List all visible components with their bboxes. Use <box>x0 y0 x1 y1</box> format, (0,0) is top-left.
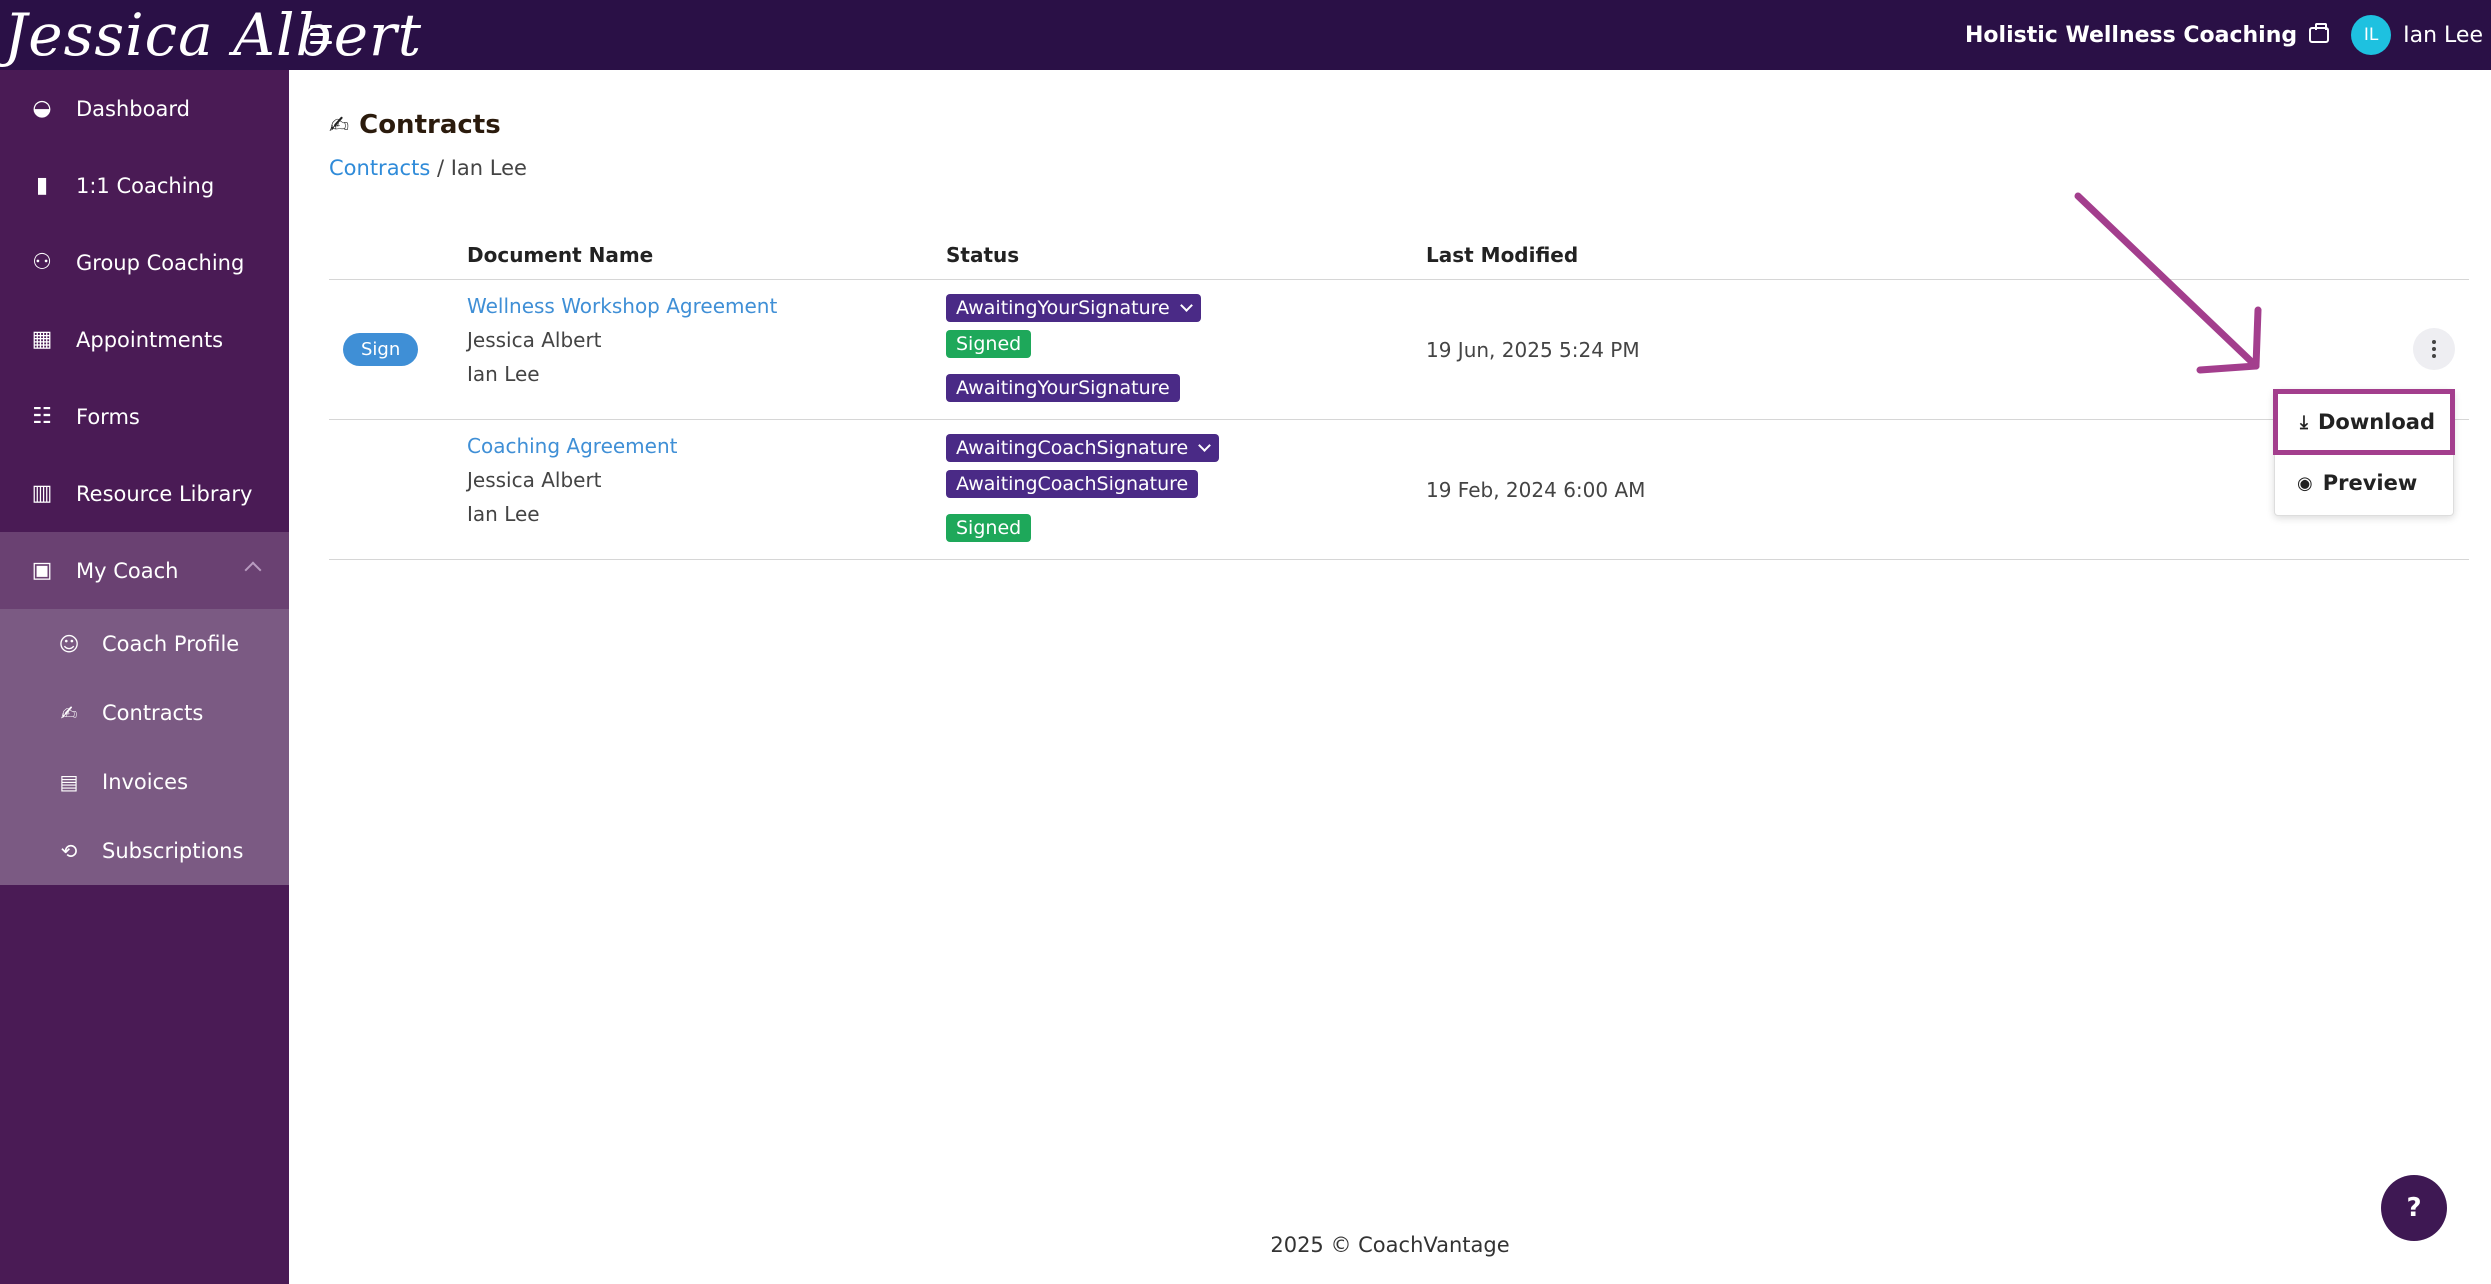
sidebar-item-label: Subscriptions <box>102 838 244 863</box>
dashboard-icon: ◒ <box>32 96 52 121</box>
column-header-status: Status <box>946 242 1020 267</box>
chevron-down-icon <box>1179 299 1193 312</box>
table-row: Coaching Agreement Jessica Albert Ian Le… <box>329 420 2469 560</box>
book-icon: ▮ <box>35 173 49 198</box>
library-icon: ▥ <box>31 481 53 506</box>
sidebar-item-label: Appointments <box>76 327 224 352</box>
sidebar-item-dashboard[interactable]: ◒ Dashboard <box>0 70 289 147</box>
breadcrumb: Contracts / Ian Lee <box>329 156 527 180</box>
sidebar-item-label: Forms <box>76 404 140 429</box>
chevron-up-icon <box>244 561 262 579</box>
refresh-icon: ⟲ <box>60 838 78 863</box>
sign-cell: Sign <box>329 280 467 419</box>
status-badge: AwaitingYourSignature <box>956 297 1170 319</box>
sidebar-item-label: Group Coaching <box>76 250 245 275</box>
document-link[interactable]: Wellness Workshop Agreement <box>467 294 946 318</box>
menu-toggle-icon[interactable] <box>310 23 338 47</box>
sidebar-item-coach-profile[interactable]: ☺ Coach Profile <box>0 609 289 678</box>
last-modified-cell: 19 Jun, 2025 5:24 PM <box>1426 337 1640 362</box>
status-badge: AwaitingCoachSignature <box>946 470 1199 498</box>
signature-icon: ✍ <box>60 700 78 725</box>
sidebar-item-label: Invoices <box>102 769 189 794</box>
sidebar-item-my-coach[interactable]: ▣ My Coach <box>0 532 289 609</box>
download-menu-item[interactable]: ⤓ Download <box>2273 389 2455 455</box>
sign-cell <box>329 420 467 559</box>
status-badge: AwaitingYourSignature <box>946 374 1180 402</box>
user-name[interactable]: Ian Lee <box>2403 23 2483 48</box>
briefcase-icon[interactable] <box>2309 23 2330 43</box>
more-options-button[interactable] <box>2413 328 2455 370</box>
chevron-down-icon <box>1198 439 1212 452</box>
sidebar-item-appointments[interactable]: ▦ Appointments <box>0 301 289 378</box>
status-dropdown[interactable]: AwaitingCoachSignature <box>946 434 1220 462</box>
sidebar-item-label: Coach Profile <box>102 631 240 656</box>
kebab-dot-icon <box>2432 347 2436 351</box>
breadcrumb-current: / Ian Lee <box>436 156 527 180</box>
sidebar-item-invoices[interactable]: ▤ Invoices <box>0 747 289 816</box>
status-badge: AwaitingCoachSignature <box>956 437 1189 459</box>
sidebar-item-label: Resource Library <box>76 481 253 506</box>
sidebar-item-label: Contracts <box>102 700 204 725</box>
kebab-dot-icon <box>2432 354 2436 358</box>
status-dropdown[interactable]: AwaitingYourSignature <box>946 294 1201 322</box>
download-icon: ⤓ <box>2300 411 2308 433</box>
sidebar-item-label: Dashboard <box>76 96 190 121</box>
column-header-document-name: Document Name <box>467 242 654 267</box>
brand-logo[interactable]: Jessica Albert <box>0 1 421 69</box>
id-card-icon: ▣ <box>31 558 53 583</box>
organization-name: Holistic Wellness Coaching <box>1965 22 2298 48</box>
sidebar-item-label: My Coach <box>76 558 179 583</box>
column-header-last-modified: Last Modified <box>1426 242 1579 267</box>
help-button[interactable]: ? <box>2381 1175 2447 1241</box>
users-icon: ⚇ <box>32 250 52 275</box>
user-list-icon: ☺ <box>58 631 80 656</box>
sidebar-item-group-coaching[interactable]: ⚇ Group Coaching <box>0 224 289 301</box>
document-name-cell: Coaching Agreement Jessica Albert Ian Le… <box>467 420 946 559</box>
eye-icon: ◉ <box>2297 472 2313 494</box>
my-coach-group: ▣ My Coach ☺ Coach Profile ✍ Contracts ▤… <box>0 532 289 885</box>
signer-name: Jessica Albert <box>467 468 602 492</box>
page-header: ✍ Contracts <box>329 110 501 140</box>
signer-name: Jessica Albert <box>467 328 602 352</box>
row-actions-menu: ⤓ Download ◉ Preview <box>2273 389 2455 516</box>
breadcrumb-contracts-link[interactable]: Contracts <box>329 156 430 180</box>
invoice-icon: ▤ <box>59 769 79 794</box>
status-badge: Signed <box>946 514 1032 542</box>
document-link[interactable]: Coaching Agreement <box>467 434 946 458</box>
header-right: Holistic Wellness Coaching IL Ian Lee <box>1965 0 2483 70</box>
annotation-arrow-icon <box>2074 192 2262 374</box>
preview-menu-item[interactable]: ◉ Preview <box>2275 455 2453 511</box>
download-label: Download <box>2317 410 2436 434</box>
checklist-icon: ☷ <box>32 404 52 429</box>
sidebar-item-contracts[interactable]: ✍ Contracts <box>0 678 289 747</box>
signer-name: Ian Lee <box>467 502 540 526</box>
signature-icon: ✍ <box>329 111 350 139</box>
status-cell: AwaitingYourSignature Signed AwaitingYou… <box>946 280 1426 419</box>
sidebar-item-resource-library[interactable]: ▥ Resource Library <box>0 455 289 532</box>
sidebar: ◒ Dashboard ▮ 1:1 Coaching ⚇ Group Coach… <box>0 70 289 1284</box>
preview-label: Preview <box>2322 471 2418 495</box>
calendar-icon: ▦ <box>31 327 53 352</box>
status-badge: Signed <box>946 330 1032 358</box>
kebab-dot-icon <box>2432 340 2436 344</box>
sidebar-item-label: 1:1 Coaching <box>76 173 215 198</box>
last-modified-cell: 19 Feb, 2024 6:00 AM <box>1426 477 1646 502</box>
sign-button[interactable]: Sign <box>343 333 419 366</box>
top-bar: Jessica Albert Holistic Wellness Coachin… <box>0 0 2491 70</box>
sidebar-item-coaching[interactable]: ▮ 1:1 Coaching <box>0 147 289 224</box>
signer-name: Ian Lee <box>467 362 540 386</box>
footer: 2025 © CoachVantage <box>1270 1233 1510 1257</box>
document-name-cell: Wellness Workshop Agreement Jessica Albe… <box>467 280 946 419</box>
sidebar-item-subscriptions[interactable]: ⟲ Subscriptions <box>0 816 289 885</box>
avatar[interactable]: IL <box>2351 15 2392 55</box>
page-title: Contracts <box>359 110 501 140</box>
sidebar-item-forms[interactable]: ☷ Forms <box>0 378 289 455</box>
status-cell: AwaitingCoachSignature AwaitingCoachSign… <box>946 420 1426 559</box>
